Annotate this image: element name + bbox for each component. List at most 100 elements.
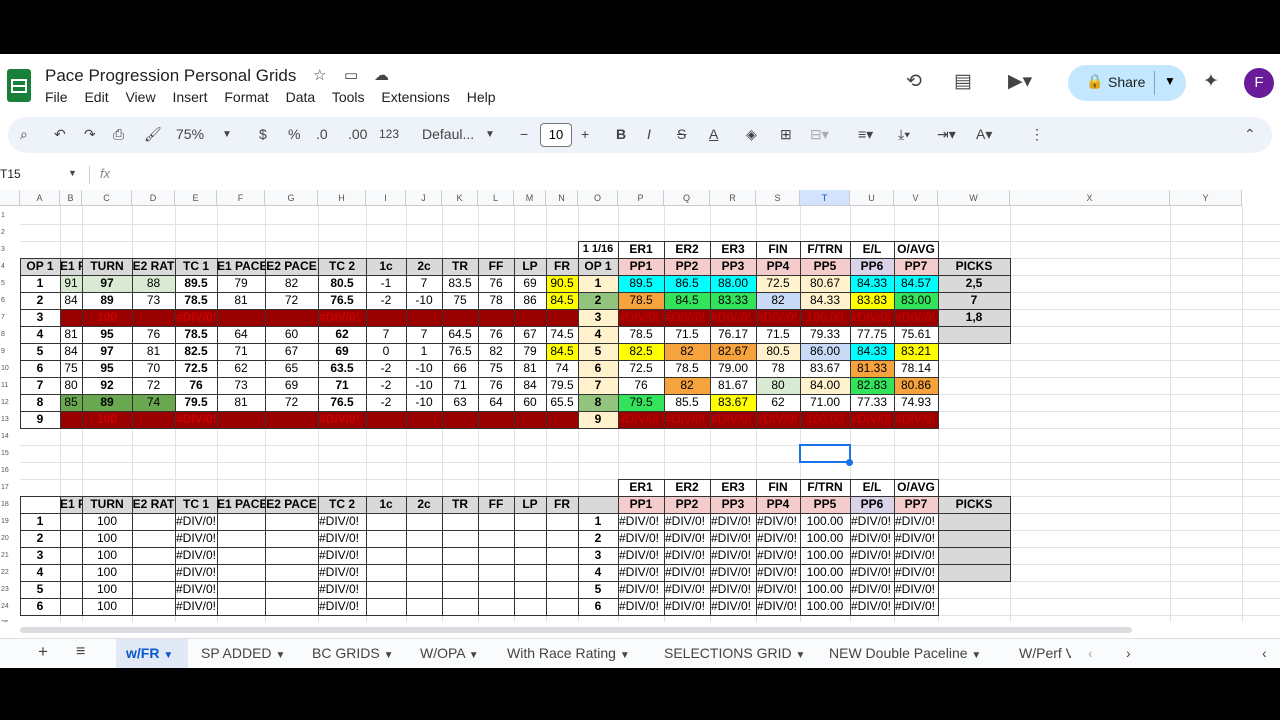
- sheet-tab-race-rating[interactable]: With Race Rating ▼: [507, 645, 630, 661]
- cell-h10[interactable]: 63.5: [318, 360, 366, 377]
- cell-g12[interactable]: 72: [265, 394, 318, 411]
- cell-o6[interactable]: 2: [578, 292, 618, 309]
- cell-c13[interactable]: 100: [82, 411, 132, 428]
- cell-l12[interactable]: 64: [478, 394, 514, 411]
- merge-cells-icon[interactable]: ⊟▾: [810, 126, 829, 143]
- cell-t23[interactable]: 100.00: [800, 581, 850, 598]
- cell-v8[interactable]: 75.61: [894, 326, 938, 343]
- borders-icon[interactable]: ⊞: [780, 126, 792, 143]
- row-header-23[interactable]: 23: [0, 581, 20, 598]
- cell-r3[interactable]: ER3: [710, 241, 756, 258]
- cell-u22[interactable]: #DIV/0!: [850, 564, 894, 581]
- cloud-status-icon[interactable]: ☁: [374, 66, 389, 84]
- cell-v17[interactable]: O/AVG: [894, 479, 938, 496]
- cell-s8[interactable]: 71.5: [756, 326, 800, 343]
- cell-u4[interactable]: PP6: [850, 258, 894, 275]
- column-header-m[interactable]: M: [514, 190, 546, 206]
- cell-t22[interactable]: 100.00: [800, 564, 850, 581]
- cell-c21[interactable]: 100: [82, 547, 132, 564]
- cell-b12[interactable]: 85: [60, 394, 82, 411]
- column-header-j[interactable]: J: [406, 190, 442, 206]
- redo-icon[interactable]: ↷: [84, 126, 96, 143]
- chevron-down-icon[interactable]: ▼: [275, 650, 285, 661]
- cell-p21[interactable]: #DIV/0!: [618, 547, 664, 564]
- cell-v11[interactable]: 80.86: [894, 377, 938, 394]
- cell-p23[interactable]: #DIV/0!: [618, 581, 664, 598]
- cell-a23[interactable]: 5: [20, 581, 60, 598]
- cell-r4[interactable]: PP3: [710, 258, 756, 275]
- cell-w7[interactable]: 1,8: [938, 309, 1010, 326]
- cell-t9[interactable]: 86.00: [800, 343, 850, 360]
- cell-c20[interactable]: 100: [82, 530, 132, 547]
- column-header-y[interactable]: Y: [1170, 190, 1242, 206]
- column-header-x[interactable]: X: [1010, 190, 1170, 206]
- cell-h23[interactable]: #DIV/0!: [318, 581, 366, 598]
- cell-d10[interactable]: 70: [132, 360, 175, 377]
- cell-a22[interactable]: 4: [20, 564, 60, 581]
- row-header-10[interactable]: 10: [0, 360, 20, 377]
- cell-n8[interactable]: 74.5: [546, 326, 578, 343]
- column-header-p[interactable]: P: [618, 190, 664, 206]
- more-formats-button[interactable]: 123: [379, 127, 399, 141]
- row-header-16[interactable]: 16: [0, 462, 20, 479]
- cell-h18[interactable]: TC 2: [318, 496, 366, 513]
- cell-k4[interactable]: TR: [442, 258, 478, 275]
- spreadsheet-grid[interactable]: A B C D E F G H I J K L M N O P Q R S T U V W X Y 1 2 3 4 5 6 7 8 9 10 11 12…: [0, 190, 1280, 622]
- menu-view[interactable]: View: [125, 89, 155, 105]
- cell-a8[interactable]: 4: [20, 326, 60, 343]
- cell-a7[interactable]: 3: [20, 309, 60, 326]
- cell-i6[interactable]: -2: [366, 292, 406, 309]
- cell-o5[interactable]: 1: [578, 275, 618, 292]
- cell-t8[interactable]: 79.33: [800, 326, 850, 343]
- cell-g4[interactable]: E2 PACE: [265, 258, 318, 275]
- cell-s13[interactable]: #DIV/0!: [756, 411, 800, 428]
- row-header-22[interactable]: 22: [0, 564, 20, 581]
- cell-u23[interactable]: #DIV/0!: [850, 581, 894, 598]
- cell-c5[interactable]: 97: [82, 275, 132, 292]
- cell-s24[interactable]: #DIV/0!: [756, 598, 800, 615]
- cell-r10[interactable]: 79.00: [710, 360, 756, 377]
- cell-u7[interactable]: #DIV/0!: [850, 309, 894, 326]
- cell-t10[interactable]: 83.67: [800, 360, 850, 377]
- cell-m4[interactable]: LP: [514, 258, 546, 275]
- cell-o21[interactable]: 3: [578, 547, 618, 564]
- cell-s23[interactable]: #DIV/0!: [756, 581, 800, 598]
- menu-help[interactable]: Help: [467, 89, 496, 105]
- row-header-6[interactable]: 6: [0, 292, 20, 309]
- cell-k5[interactable]: 83.5: [442, 275, 478, 292]
- cell-g5[interactable]: 82: [265, 275, 318, 292]
- row-header-1[interactable]: 1: [0, 207, 20, 224]
- cell-k18[interactable]: TR: [442, 496, 478, 513]
- cell-e19[interactable]: #DIV/0!: [175, 513, 217, 530]
- cell-h5[interactable]: 80.5: [318, 275, 366, 292]
- column-header-d[interactable]: D: [132, 190, 175, 206]
- cell-o11[interactable]: 7: [578, 377, 618, 394]
- cell-q9[interactable]: 82: [664, 343, 710, 360]
- sheet-tab-bc-grids[interactable]: BC GRIDS ▼: [312, 645, 393, 661]
- column-header-v[interactable]: V: [894, 190, 938, 206]
- column-header-b[interactable]: B: [60, 190, 82, 206]
- cell-u13[interactable]: #DIV/0!: [850, 411, 894, 428]
- cell-v9[interactable]: 83.21: [894, 343, 938, 360]
- cell-f10[interactable]: 62: [217, 360, 265, 377]
- row-header-4[interactable]: 4: [0, 258, 20, 275]
- cell-h6[interactable]: 76.5: [318, 292, 366, 309]
- cell-g9[interactable]: 67: [265, 343, 318, 360]
- cell-t6[interactable]: 84.33: [800, 292, 850, 309]
- cell-v6[interactable]: 83.00: [894, 292, 938, 309]
- column-header-u[interactable]: U: [850, 190, 894, 206]
- cell-e11[interactable]: 76: [175, 377, 217, 394]
- cell-o13[interactable]: 9: [578, 411, 618, 428]
- menu-edit[interactable]: Edit: [84, 89, 108, 105]
- cell-o4[interactable]: OP 1: [578, 258, 618, 275]
- cell-g18[interactable]: E2 PACE: [265, 496, 318, 513]
- cell-r5[interactable]: 88.00: [710, 275, 756, 292]
- comments-icon[interactable]: ▤: [954, 70, 972, 93]
- cell-c19[interactable]: 100: [82, 513, 132, 530]
- cell-d9[interactable]: 81: [132, 343, 175, 360]
- cell-l6[interactable]: 78: [478, 292, 514, 309]
- cell-e7[interactable]: #DIV/0!: [175, 309, 217, 326]
- row-header-25[interactable]: 25: [0, 615, 20, 622]
- cell-s17[interactable]: FIN: [756, 479, 800, 496]
- cell-d6[interactable]: 73: [132, 292, 175, 309]
